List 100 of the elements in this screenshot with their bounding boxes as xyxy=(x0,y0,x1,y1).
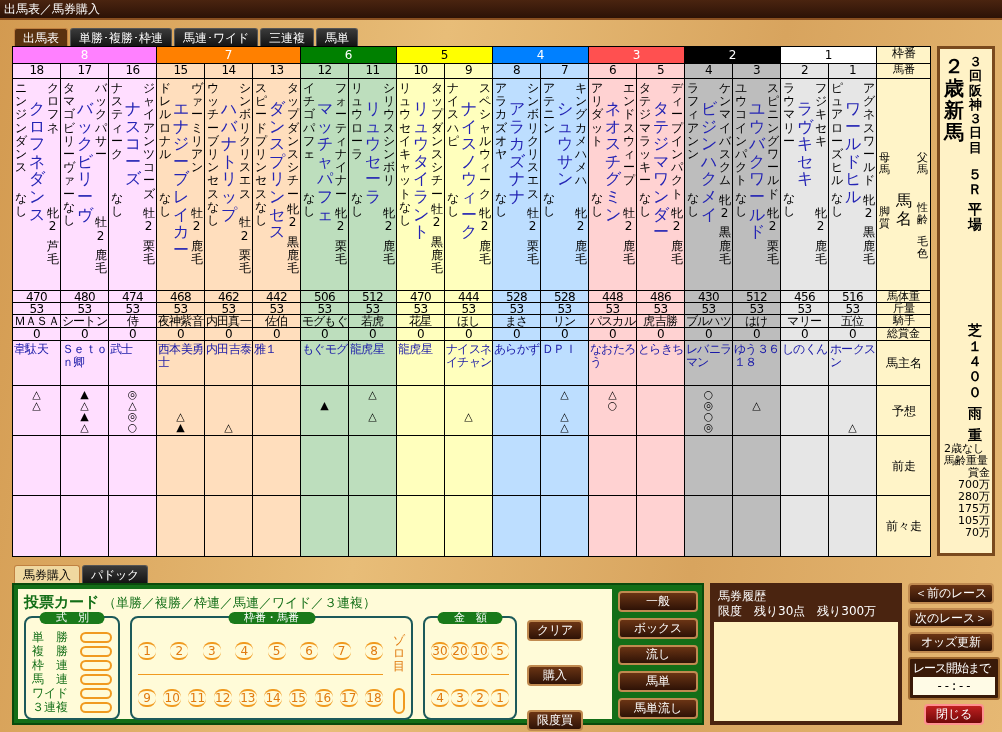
number-button[interactable]: 9 xyxy=(138,689,156,707)
number-button[interactable]: 16 xyxy=(314,689,333,707)
number-button[interactable]: 4 xyxy=(235,642,254,660)
coat-color: 栗毛 xyxy=(238,248,251,276)
amount-button[interactable]: 10 xyxy=(471,642,489,660)
amount-button[interactable]: 3 xyxy=(451,689,469,707)
toggle-button[interactable] xyxy=(80,673,112,685)
toggle-button[interactable] xyxy=(80,687,112,699)
amount-button[interactable]: 2 xyxy=(471,689,489,707)
sire-name: シリウスシンボリ xyxy=(382,82,395,188)
number-button[interactable]: 10 xyxy=(163,689,182,707)
prediction-mark: △ xyxy=(607,389,618,400)
toggle-button[interactable] xyxy=(80,631,112,643)
prediction-mark: ◎ xyxy=(126,389,139,400)
amount-button[interactable]: 30 xyxy=(431,642,449,660)
tab[interactable]: 馬連･ワイド xyxy=(174,28,258,46)
sire-name: キングカメハメハ xyxy=(574,82,587,188)
prediction-mark: ◎ xyxy=(126,411,139,422)
prediction-mark: △ xyxy=(127,400,138,411)
number-button[interactable]: 7 xyxy=(332,642,351,660)
table-cell xyxy=(541,496,589,557)
toggle-button[interactable] xyxy=(80,645,112,657)
amount-button[interactable]: 4 xyxy=(431,689,449,707)
running-style: なし xyxy=(686,191,699,218)
amount-button[interactable]: 20 xyxy=(451,642,469,660)
amount-button[interactable]: 1 xyxy=(491,689,509,707)
number-button[interactable]: 11 xyxy=(188,689,207,707)
table-cell: パスカル xyxy=(589,315,637,328)
table-cell: リン xyxy=(541,315,589,328)
bet-type-label: 枠 連 xyxy=(32,658,68,672)
toggle-button[interactable] xyxy=(80,701,112,713)
mode-button[interactable]: 馬単流し xyxy=(618,698,698,719)
table-cell xyxy=(493,496,541,557)
action-button[interactable]: 購入 xyxy=(527,665,583,686)
toggle-button[interactable] xyxy=(80,659,112,671)
mode-button[interactable]: 馬単 xyxy=(618,671,698,693)
horse-name: ラヴキセキ xyxy=(796,100,813,188)
mode-button[interactable]: ボックス xyxy=(618,617,698,639)
number-button[interactable]: 5 xyxy=(267,642,286,660)
tab[interactable]: 馬単 xyxy=(316,28,358,46)
table-cell: 53 xyxy=(13,303,61,315)
number-button[interactable]: 8 xyxy=(364,642,383,660)
table-cell: レバニラマン xyxy=(685,341,733,386)
table-cell xyxy=(253,436,301,496)
table-cell: 0 xyxy=(445,328,493,341)
prediction-mark: △ xyxy=(79,422,90,433)
tab[interactable]: パドック xyxy=(82,565,148,583)
table-cell: 0 xyxy=(61,328,109,341)
prize-amount: 280万 xyxy=(957,491,990,503)
tab[interactable]: 三連複 xyxy=(260,28,314,46)
number-button[interactable]: 18 xyxy=(364,689,383,707)
frame-header: 1 xyxy=(781,47,877,64)
running-style: なし xyxy=(638,191,651,218)
amount-button[interactable]: 5 xyxy=(491,642,509,660)
race-condition: 2歳なし xyxy=(944,443,985,455)
table-cell: 442 xyxy=(253,291,301,303)
close-button[interactable]: 閉じる xyxy=(924,704,984,725)
coat-color: 黒鹿毛 xyxy=(718,226,731,266)
running-style: なし xyxy=(62,200,75,228)
tab[interactable]: 出馬表 xyxy=(14,28,68,46)
table-cell: 53 xyxy=(637,303,685,315)
coat-color: 鹿毛 xyxy=(574,239,587,266)
frame-header: 7 xyxy=(157,47,301,64)
coat-color: 栗毛 xyxy=(334,239,347,266)
nav-button[interactable]: 次のレース＞ xyxy=(908,607,994,629)
sire-name: スペシャルウィーク xyxy=(478,82,491,201)
table-cell xyxy=(637,496,685,557)
number-button[interactable]: 1 xyxy=(138,642,156,660)
number-button[interactable]: 12 xyxy=(213,689,232,707)
sire-name: スピニングワールド xyxy=(766,82,779,201)
table-cell: 53 xyxy=(445,303,493,315)
number-button[interactable]: 13 xyxy=(238,689,257,707)
table-cell: Ｓｅｔｏｎ卿 xyxy=(61,341,109,386)
column-label: 母馬 xyxy=(879,152,890,177)
table-cell: 0 xyxy=(781,328,829,341)
horse-name: クロフネダンス xyxy=(28,100,45,224)
number-button[interactable]: 3 xyxy=(202,642,221,660)
coat-color: 鹿毛 xyxy=(814,239,827,266)
table-cell: 8 xyxy=(493,64,541,79)
table-cell: 0 xyxy=(253,328,301,341)
action-button[interactable]: 限度買 xyxy=(527,710,583,731)
tab[interactable]: 馬券購入 xyxy=(14,565,80,583)
mode-button[interactable]: 一般 xyxy=(618,591,698,612)
sex-age: 牡2 xyxy=(622,207,635,234)
number-button[interactable]: 6 xyxy=(300,642,319,660)
table-cell xyxy=(685,496,733,557)
toggle-button[interactable] xyxy=(393,687,405,714)
table-cell: 0 xyxy=(637,328,685,341)
column-label: 毛色 xyxy=(917,235,928,260)
number-button[interactable]: 15 xyxy=(289,689,308,707)
nav-button[interactable]: ＜前のレース xyxy=(908,583,994,604)
action-button[interactable]: クリア xyxy=(527,620,583,641)
table-cell: 侍 xyxy=(109,315,157,328)
mode-button[interactable]: 流し xyxy=(618,644,698,666)
nav-button[interactable]: オッズ更新 xyxy=(908,632,994,653)
number-button[interactable]: 17 xyxy=(339,689,358,707)
number-button[interactable]: 2 xyxy=(170,642,189,660)
number-button[interactable]: 14 xyxy=(264,689,283,707)
tab[interactable]: 単勝･複勝･枠連 xyxy=(70,28,172,46)
sex-age: 牝2 xyxy=(286,203,299,230)
